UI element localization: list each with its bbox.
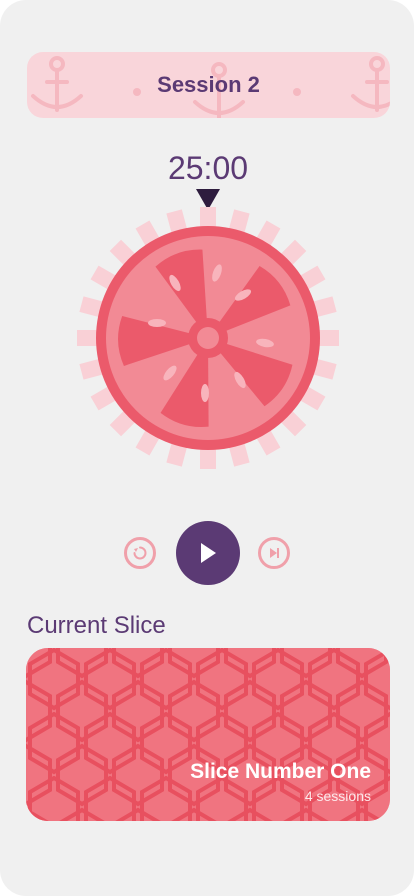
play-button[interactable] — [176, 521, 240, 585]
app-screen: Session 2 25:00 Current Slice Slice Numb… — [0, 0, 414, 896]
slice-card[interactable]: Slice Number One 4 sessions — [26, 648, 390, 821]
slice-session-count: 4 sessions — [304, 788, 371, 804]
current-slice-heading: Current Slice — [27, 612, 166, 639]
timer-display: 25:00 — [167, 150, 249, 186]
reset-button[interactable] — [124, 537, 156, 569]
skip-forward-icon — [270, 548, 279, 558]
reset-icon — [133, 546, 147, 560]
slice-name: Slice Number One — [190, 760, 371, 783]
tomato-timer-dial — [77, 207, 339, 469]
skip-button[interactable] — [258, 537, 290, 569]
session-banner: Session 2 — [27, 52, 390, 118]
play-icon — [201, 543, 216, 563]
session-title: Session 2 — [157, 72, 260, 97]
